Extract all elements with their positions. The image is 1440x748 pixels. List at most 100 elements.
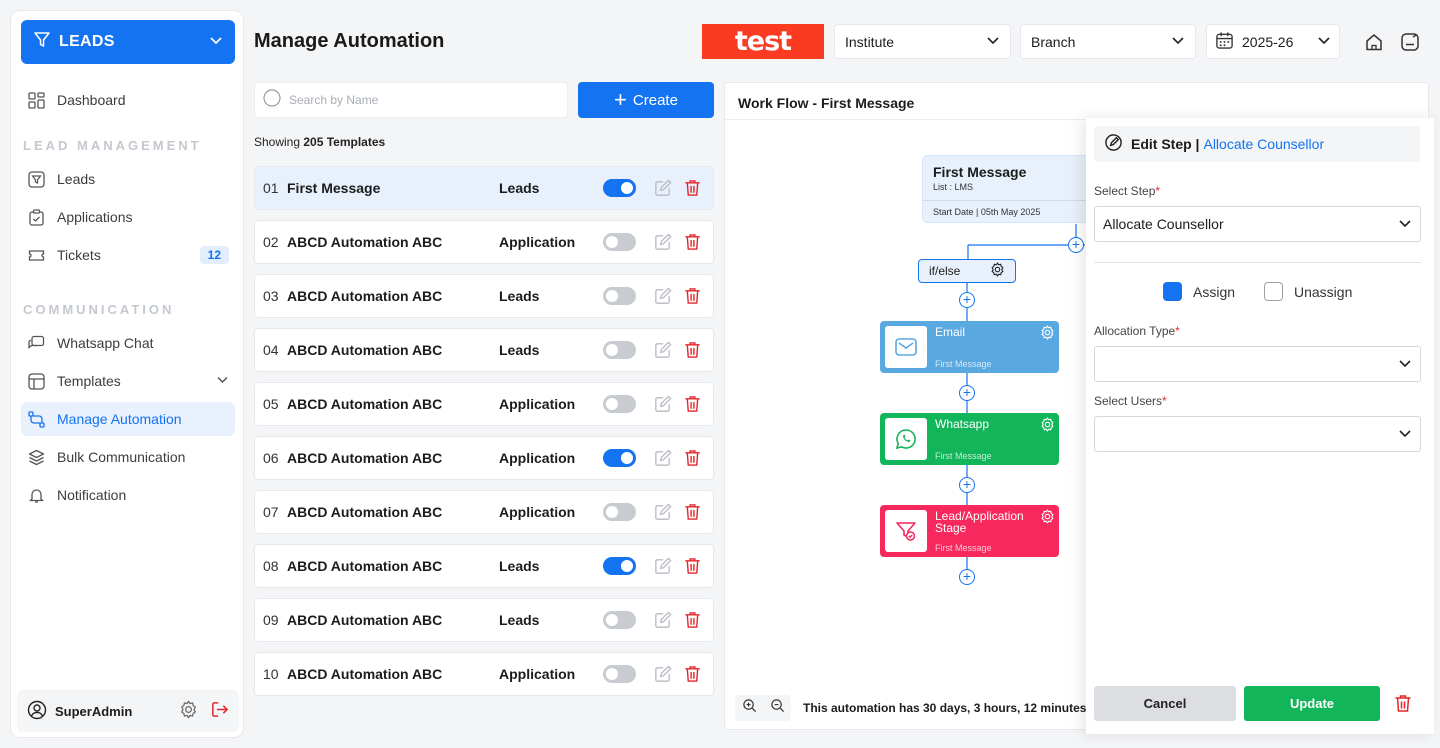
templates-count: Showing 205 Templates <box>254 135 385 149</box>
academic-year-select[interactable]: 2025-26 <box>1206 24 1340 59</box>
trash-icon[interactable] <box>682 178 702 198</box>
gear-icon[interactable] <box>1040 325 1055 345</box>
sidebar-item-manage-automation[interactable]: Manage Automation <box>21 402 235 436</box>
trash-icon[interactable] <box>682 664 702 684</box>
table-row[interactable]: 03 ABCD Automation ABC Leads <box>254 274 714 318</box>
table-row[interactable]: 10 ABCD Automation ABC Application <box>254 652 714 696</box>
enable-toggle[interactable] <box>603 287 636 305</box>
sidebar-item-label: Whatsapp Chat <box>57 335 154 351</box>
enable-toggle[interactable] <box>603 557 636 575</box>
enable-toggle[interactable] <box>603 341 636 359</box>
allocation-type-dropdown[interactable] <box>1094 346 1421 382</box>
enable-toggle[interactable] <box>603 395 636 413</box>
start-card-list: List : LMS <box>933 182 974 192</box>
select-users-label: Select Users* <box>1094 394 1167 408</box>
row-name: ABCD Automation ABC <box>287 234 443 250</box>
enable-toggle[interactable] <box>603 611 636 629</box>
cancel-button[interactable]: Cancel <box>1094 686 1236 721</box>
row-name: ABCD Automation ABC <box>287 504 443 520</box>
edit-icon[interactable] <box>652 394 672 414</box>
search-input[interactable] <box>289 93 549 107</box>
trash-icon[interactable] <box>682 448 702 468</box>
ifelse-node[interactable]: if/else <box>918 259 1016 283</box>
support-chat-icon[interactable] <box>1399 31 1421 53</box>
table-row[interactable]: 08 ABCD Automation ABC Leads <box>254 544 714 588</box>
assign-checkbox-box[interactable] <box>1163 282 1182 301</box>
table-row[interactable]: 09 ABCD Automation ABC Leads <box>254 598 714 642</box>
edit-icon[interactable] <box>652 286 672 306</box>
create-button[interactable]: + Create <box>578 82 714 118</box>
add-step-plus-icon[interactable]: + <box>959 385 975 401</box>
gear-icon[interactable] <box>990 262 1005 280</box>
workflow-step-whatsapp[interactable]: Whatsapp First Message <box>880 413 1059 465</box>
row-type: Application <box>499 504 576 520</box>
clipboard-icon <box>27 208 45 226</box>
table-row[interactable]: 02 ABCD Automation ABC Application <box>254 220 714 264</box>
settings-gear-icon[interactable] <box>179 700 198 722</box>
add-step-plus-icon[interactable]: + <box>959 292 975 308</box>
chevron-down-icon <box>1171 33 1185 50</box>
unassign-checkbox-box[interactable] <box>1264 282 1283 301</box>
trash-icon[interactable] <box>682 340 702 360</box>
sidebar-item-leads[interactable]: Leads <box>21 162 235 196</box>
sidebar-item-notification[interactable]: Notification <box>21 478 235 512</box>
trash-icon[interactable] <box>682 556 702 576</box>
add-step-plus-icon[interactable]: + <box>1068 237 1084 253</box>
enable-toggle[interactable] <box>603 503 636 521</box>
enable-toggle[interactable] <box>603 449 636 467</box>
table-row[interactable]: 05 ABCD Automation ABC Application <box>254 382 714 426</box>
search-box[interactable] <box>254 82 568 118</box>
enable-toggle[interactable] <box>603 179 636 197</box>
trash-icon[interactable] <box>682 286 702 306</box>
sidebar-item-dashboard[interactable]: Dashboard <box>21 83 235 117</box>
workflow-step-lead-stage[interactable]: Lead/Application Stage First Message <box>880 505 1059 557</box>
table-row[interactable]: 07 ABCD Automation ABC Application <box>254 490 714 534</box>
automation-icon <box>27 410 45 428</box>
zoom-out-icon[interactable] <box>770 698 785 718</box>
gear-icon[interactable] <box>1040 509 1055 529</box>
sidebar-item-whatsapp-chat[interactable]: Whatsapp Chat <box>21 326 235 360</box>
workflow-start-card[interactable]: First Message List : LMS Start Date | 05… <box>922 155 1092 223</box>
edit-icon[interactable] <box>652 610 672 630</box>
logout-icon[interactable] <box>210 700 229 722</box>
update-button[interactable]: Update <box>1244 686 1380 721</box>
brand-dropdown[interactable]: LEADS <box>21 20 235 64</box>
sidebar-item-tickets[interactable]: Tickets 12 <box>21 238 235 272</box>
gear-icon[interactable] <box>1040 417 1055 437</box>
edit-step-name: Allocate Counsellor <box>1203 136 1325 152</box>
trash-icon[interactable] <box>682 232 702 252</box>
add-step-plus-icon[interactable]: + <box>959 477 975 493</box>
edit-icon[interactable] <box>652 664 672 684</box>
sidebar-item-templates[interactable]: Templates <box>21 364 235 398</box>
ifelse-label: if/else <box>929 264 961 278</box>
add-step-plus-icon[interactable]: + <box>959 569 975 585</box>
edit-icon[interactable] <box>652 502 672 522</box>
table-row[interactable]: 04 ABCD Automation ABC Leads <box>254 328 714 372</box>
edit-icon[interactable] <box>652 448 672 468</box>
delete-step-trash-icon[interactable] <box>1394 694 1412 718</box>
institute-select[interactable]: Institute <box>834 24 1011 59</box>
branch-select[interactable]: Branch <box>1020 24 1196 59</box>
table-row[interactable]: 06 ABCD Automation ABC Application <box>254 436 714 480</box>
workflow-step-email[interactable]: Email First Message <box>880 321 1059 373</box>
edit-icon[interactable] <box>652 232 672 252</box>
trash-icon[interactable] <box>682 394 702 414</box>
edit-icon[interactable] <box>652 178 672 198</box>
table-row[interactable]: 01 First Message Leads <box>254 166 714 210</box>
zoom-in-icon[interactable] <box>742 698 757 718</box>
enable-toggle[interactable] <box>603 665 636 683</box>
select-step-dropdown[interactable]: Allocate Counsellor <box>1094 206 1421 242</box>
home-icon[interactable] <box>1363 31 1385 53</box>
edit-icon[interactable] <box>652 340 672 360</box>
row-name: ABCD Automation ABC <box>287 558 443 574</box>
trash-icon[interactable] <box>682 502 702 522</box>
trash-icon[interactable] <box>682 610 702 630</box>
sidebar-item-applications[interactable]: Applications <box>21 200 235 234</box>
row-number: 03 <box>263 288 279 304</box>
assign-checkbox[interactable]: Assign <box>1163 282 1235 301</box>
sidebar-item-bulk-communication[interactable]: Bulk Communication <box>21 440 235 474</box>
enable-toggle[interactable] <box>603 233 636 251</box>
unassign-checkbox[interactable]: Unassign <box>1264 282 1352 301</box>
edit-icon[interactable] <box>652 556 672 576</box>
select-users-dropdown[interactable] <box>1094 416 1421 452</box>
